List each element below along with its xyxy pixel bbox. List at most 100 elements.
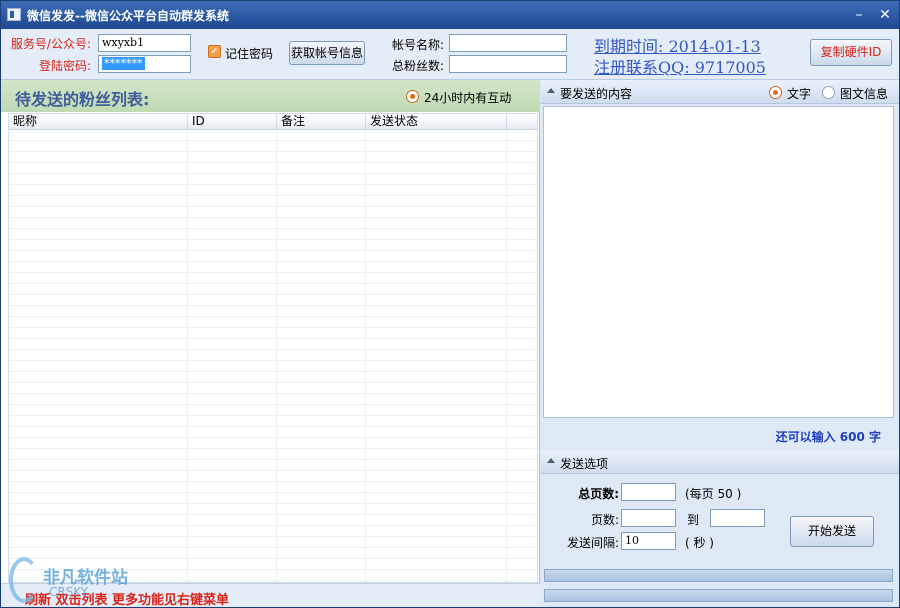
table-row[interactable] [9, 394, 537, 405]
table-row[interactable] [9, 405, 537, 416]
collapse-arrow-icon[interactable] [547, 88, 555, 93]
table-row[interactable] [9, 328, 537, 339]
progress-bar-send [544, 589, 893, 602]
app-icon [7, 8, 21, 21]
table-row[interactable] [9, 295, 537, 306]
column-header-status[interactable]: 发送状态 [366, 114, 507, 130]
pages-from-field[interactable] [621, 509, 676, 527]
table-row[interactable] [9, 427, 537, 438]
fan-table-header: 昵称 ID 备注 发送状态 [9, 114, 537, 130]
table-row[interactable] [9, 493, 537, 504]
account-input[interactable]: wxyxb1 [98, 34, 191, 52]
type-rich-label: 图文信息 [840, 87, 889, 101]
table-row[interactable] [9, 152, 537, 163]
interval-unit: ( 秒 ) [685, 536, 714, 550]
fan-list-panel: 待发送的粉丝列表: 24小时内有互动 昵称 ID 备注 发送状态 刷新 双击列表… [1, 80, 540, 608]
table-row[interactable] [9, 306, 537, 317]
remember-label: 记住密码 [225, 47, 274, 61]
window-title: 微信发发--微信公众平台自动群发系统 [27, 9, 229, 23]
table-row[interactable] [9, 273, 537, 284]
table-row[interactable] [9, 218, 537, 229]
column-divider [187, 130, 188, 582]
table-row[interactable] [9, 130, 537, 141]
column-divider [276, 130, 277, 582]
fetch-account-button[interactable]: 获取帐号信息 [289, 41, 365, 65]
table-row[interactable] [9, 174, 537, 185]
column-divider [365, 130, 366, 582]
watermark-logo: 非凡软件站 CRSKY [9, 557, 144, 603]
minimize-button[interactable]: – [851, 7, 867, 23]
column-header-nickname[interactable]: 昵称 [9, 114, 188, 130]
total-pages-label: 总页数: [578, 487, 619, 501]
table-row[interactable] [9, 515, 537, 526]
table-row[interactable] [9, 526, 537, 537]
copy-hardware-id-button[interactable]: 复制硬件ID [810, 39, 892, 66]
table-row[interactable] [9, 460, 537, 471]
table-row[interactable] [9, 163, 537, 174]
table-row[interactable] [9, 350, 537, 361]
filter-24h-label: 24小时内有互动 [424, 91, 512, 105]
table-row[interactable] [9, 416, 537, 427]
login-toolbar: 服务号/公众号: wxyxb1 登陆密码: ******* ✓ 记住密码 获取帐… [1, 29, 899, 80]
table-row[interactable] [9, 317, 537, 328]
contact-qq-link[interactable]: 注册联系QQ: 9717005 [594, 54, 766, 78]
table-row[interactable] [9, 383, 537, 394]
app-window: 微信发发--微信公众平台自动群发系统 – ✕ 服务号/公众号: wxyxb1 登… [0, 0, 900, 608]
interval-field[interactable]: 10 [621, 532, 676, 550]
watermark-swirl-icon [9, 557, 39, 603]
type-text-label: 文字 [787, 87, 812, 101]
table-row[interactable] [9, 537, 537, 548]
table-row[interactable] [9, 262, 537, 273]
watermark-subtext: CRSKY [49, 585, 89, 599]
per-page-text: (每页 50 ) [685, 487, 742, 501]
type-rich-radio[interactable] [822, 86, 835, 99]
table-row[interactable] [9, 141, 537, 152]
column-header-id[interactable]: ID [188, 114, 277, 130]
fans-count-label: 总粉丝数: [392, 59, 445, 73]
table-row[interactable] [9, 185, 537, 196]
fan-table-body [9, 130, 537, 582]
content-section-header[interactable]: 要发送的内容 文字 图文信息 [541, 80, 899, 104]
password-value: ******* [102, 57, 145, 70]
close-button[interactable]: ✕ [877, 7, 893, 23]
column-divider [506, 130, 507, 582]
table-row[interactable] [9, 196, 537, 207]
table-row[interactable] [9, 284, 537, 295]
table-row[interactable] [9, 449, 537, 460]
collapse-arrow-icon[interactable] [547, 458, 555, 463]
start-send-button[interactable]: 开始发送 [790, 516, 874, 547]
table-row[interactable] [9, 251, 537, 262]
table-row[interactable] [9, 504, 537, 515]
remember-checkbox[interactable]: ✓ [208, 45, 221, 58]
table-row[interactable] [9, 438, 537, 449]
account-label: 服务号/公众号: [10, 37, 91, 51]
table-row[interactable] [9, 339, 537, 350]
table-row[interactable] [9, 361, 537, 372]
pages-to-field[interactable] [710, 509, 765, 527]
content-section-title: 要发送的内容 [560, 87, 633, 101]
remaining-chars: 还可以输入 600 字 [775, 430, 881, 444]
pages-label: 页数: [590, 513, 619, 527]
table-row[interactable] [9, 482, 537, 493]
title-bar: 微信发发--微信公众平台自动群发系统 – ✕ [1, 1, 899, 29]
table-row[interactable] [9, 372, 537, 383]
password-input[interactable]: ******* [98, 55, 191, 73]
fans-count-field[interactable] [449, 55, 567, 73]
total-pages-field[interactable] [621, 483, 676, 501]
filter-24h-radio[interactable] [406, 90, 419, 103]
account-name-field[interactable] [449, 34, 567, 52]
table-row[interactable] [9, 471, 537, 482]
column-header-note[interactable]: 备注 [277, 114, 366, 130]
to-label: 到 [687, 513, 700, 527]
table-row[interactable] [9, 207, 537, 218]
message-content-textarea[interactable] [543, 106, 894, 418]
table-row[interactable] [9, 240, 537, 251]
table-row[interactable] [9, 229, 537, 240]
send-options-header[interactable]: 发送选项 [541, 450, 899, 474]
fan-table[interactable]: 昵称 ID 备注 发送状态 [8, 113, 538, 583]
fan-list-header: 待发送的粉丝列表: 24小时内有互动 [1, 80, 540, 112]
type-text-radio[interactable] [769, 86, 782, 99]
fan-list-title: 待发送的粉丝列表: [15, 90, 150, 109]
send-options-title: 发送选项 [560, 457, 609, 471]
progress-bar-pages [544, 569, 893, 582]
